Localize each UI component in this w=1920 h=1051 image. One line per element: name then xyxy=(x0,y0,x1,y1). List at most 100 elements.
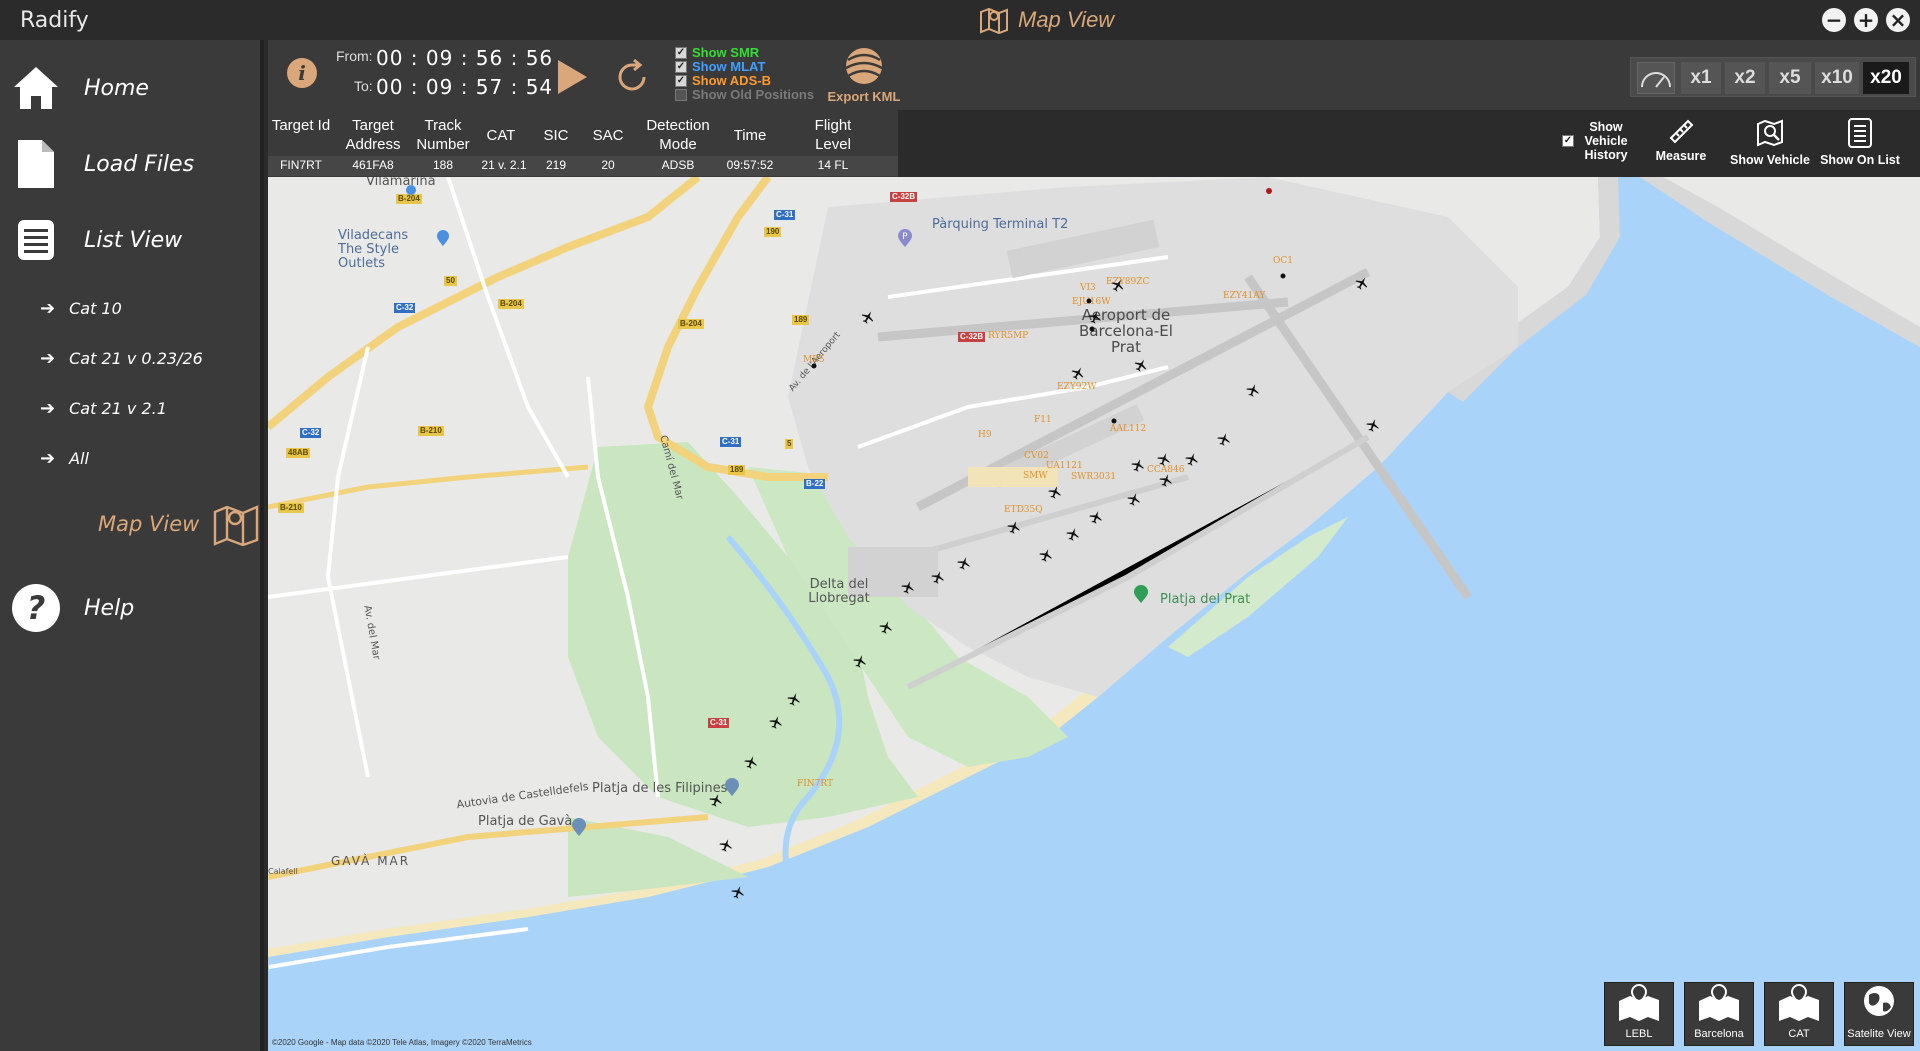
nav-map-view-label: Map View xyxy=(98,512,200,536)
show-adsb-label: Show ADS-B xyxy=(692,73,771,88)
show-vehicle-button[interactable]: Show Vehicle xyxy=(1728,116,1812,167)
header-target-id: Target Id xyxy=(271,117,331,134)
nav-cat10-label: Cat 10 xyxy=(69,299,122,318)
header-cat: CAT xyxy=(486,127,516,144)
speed-x5-button[interactable]: x5 xyxy=(1769,62,1811,94)
target-info-table: Target Id Target Address Track Number CA… xyxy=(268,110,898,177)
home-icon xyxy=(10,62,62,114)
map-pin-icon xyxy=(1699,983,1739,1021)
header-detection-mode: Detection Mode xyxy=(646,117,710,153)
nav-load-files[interactable]: Load Files xyxy=(10,138,194,190)
header-target-address: Target Address xyxy=(345,117,401,153)
cell-target-address: 461FA8 xyxy=(352,158,394,172)
show-smr-checkbox[interactable]: ✓ Show SMR xyxy=(675,45,759,60)
nav-cat21-v023-label: Cat 21 v 0.23/26 xyxy=(69,349,203,368)
barcelona-label: Barcelona xyxy=(1694,1028,1744,1040)
target-dots xyxy=(811,188,1286,424)
to-time[interactable]: 00 : 09 : 57 : 54 xyxy=(376,75,553,99)
show-old-positions-checkbox[interactable]: Show Old Positions xyxy=(675,87,814,102)
nav-load-files-label: Load Files xyxy=(84,151,195,177)
checkbox-checked-icon: ✓ xyxy=(675,46,687,59)
cell-flight-level: 14 FL xyxy=(817,158,849,172)
lebl-button[interactable]: LEBL xyxy=(1604,982,1674,1046)
cat-button[interactable]: CAT xyxy=(1764,982,1834,1046)
header-sic: SIC xyxy=(543,127,569,144)
speed-x10-button[interactable]: x10 xyxy=(1815,62,1859,94)
map-pin-icon xyxy=(1619,983,1659,1021)
nav-help[interactable]: ? Help xyxy=(10,582,134,634)
checkbox-unchecked-icon xyxy=(675,88,687,101)
globe-icon xyxy=(845,48,883,84)
barcelona-button[interactable]: Barcelona xyxy=(1684,982,1754,1046)
arrow-right-icon: ➔ xyxy=(40,398,56,419)
sidebar: Home Load Files List View ➔ Cat 10 ➔ Cat 2… xyxy=(0,40,264,1051)
header-flight-level: Flight Level xyxy=(814,117,852,153)
reset-button[interactable] xyxy=(612,57,652,97)
nav-list-view-label: List View xyxy=(84,227,183,253)
list-icon xyxy=(10,214,62,266)
show-vehicle-label: Show Vehicle xyxy=(1730,153,1810,167)
measure-label: Measure xyxy=(1655,149,1707,163)
map-view[interactable]: B-204 C-32B C-31 190 C-32 50 B-204 B-204… xyxy=(268,177,1920,1051)
file-icon xyxy=(10,138,62,190)
window-title: Map View xyxy=(978,4,1114,36)
checkbox-checked-icon: ✓ xyxy=(675,74,687,87)
show-on-list-button[interactable]: Show On List xyxy=(1818,116,1902,167)
checkbox-checked-icon: ✓ xyxy=(1562,135,1574,147)
minimize-button[interactable]: − xyxy=(1822,8,1846,32)
nav-cat10[interactable]: ➔ Cat 10 xyxy=(40,298,122,319)
export-kml-button[interactable]: Export KML xyxy=(824,46,904,104)
window-title-text: Map View xyxy=(1018,7,1115,32)
checkbox-checked-icon: ✓ xyxy=(675,60,687,73)
map-icon xyxy=(214,505,259,546)
header-track-number: Track Number xyxy=(416,117,470,153)
speed-x2-button[interactable]: x2 xyxy=(1725,62,1765,94)
satellite-view-button[interactable]: Satelite View xyxy=(1844,982,1914,1046)
arrow-right-icon: ➔ xyxy=(40,348,56,369)
show-adsb-checkbox[interactable]: ✓ Show ADS-B xyxy=(675,73,771,88)
playback-toolbar: i From: 00 : 09 : 56 : 56 To: 00 : 09 : … xyxy=(268,40,1920,110)
list-icon xyxy=(1848,118,1872,148)
globe-icon xyxy=(1864,986,1894,1016)
nav-list-view[interactable]: List View xyxy=(10,214,182,266)
header-sac: SAC xyxy=(592,127,624,144)
help-icon: ? xyxy=(10,582,62,634)
maximize-button[interactable]: + xyxy=(1854,8,1878,32)
from-label: From: xyxy=(336,48,373,64)
map-icon xyxy=(980,7,1008,35)
to-label: To: xyxy=(354,78,373,94)
cell-cat: 21 v. 2.1 xyxy=(481,158,527,172)
nav-map-view[interactable]: Map View xyxy=(98,502,259,546)
arrow-right-icon: ➔ xyxy=(40,448,56,469)
lebl-label: LEBL xyxy=(1625,1028,1653,1040)
show-mlat-label: Show MLAT xyxy=(692,59,766,74)
play-button[interactable] xyxy=(554,57,590,97)
show-mlat-checkbox[interactable]: ✓ Show MLAT xyxy=(675,59,765,74)
measure-button[interactable]: Measure xyxy=(1648,116,1714,163)
show-vehicle-history-checkbox[interactable]: ✓ Show Vehicle History xyxy=(1562,120,1640,162)
nav-cat21-v023[interactable]: ➔ Cat 21 v 0.23/26 xyxy=(40,348,203,369)
title-bar: Radify Map View − + × xyxy=(0,0,1920,40)
cell-track-number: 188 xyxy=(432,158,454,172)
info-button[interactable]: i xyxy=(287,58,317,88)
header-time: Time xyxy=(733,127,767,144)
close-button[interactable]: × xyxy=(1886,8,1910,32)
speed-x20-button[interactable]: x20 xyxy=(1863,62,1909,94)
cell-time: 09:57:52 xyxy=(726,158,774,172)
svg-text:?: ? xyxy=(27,589,46,627)
show-on-list-label: Show On List xyxy=(1820,153,1900,167)
speed-x1-button[interactable]: x1 xyxy=(1681,62,1721,94)
cell-target-id: FIN7RT xyxy=(280,158,322,172)
map-tools-bar: ✓ Show Vehicle History Measure Show Vehi… xyxy=(898,110,1920,177)
cell-sic: 219 xyxy=(545,158,567,172)
export-kml-label: Export KML xyxy=(827,89,901,104)
from-time[interactable]: 00 : 09 : 56 : 56 xyxy=(376,46,553,70)
nav-cat21-v21[interactable]: ➔ Cat 21 v 2.1 xyxy=(40,398,167,419)
cell-detection-mode: ADSB xyxy=(661,158,695,172)
speedometer-icon xyxy=(1637,62,1675,94)
nav-cat21-v21-label: Cat 21 v 2.1 xyxy=(69,399,167,418)
app-title: Radify xyxy=(20,8,89,33)
nav-all-label: All xyxy=(69,449,89,468)
nav-all[interactable]: ➔ All xyxy=(40,448,89,469)
nav-home[interactable]: Home xyxy=(10,62,149,114)
